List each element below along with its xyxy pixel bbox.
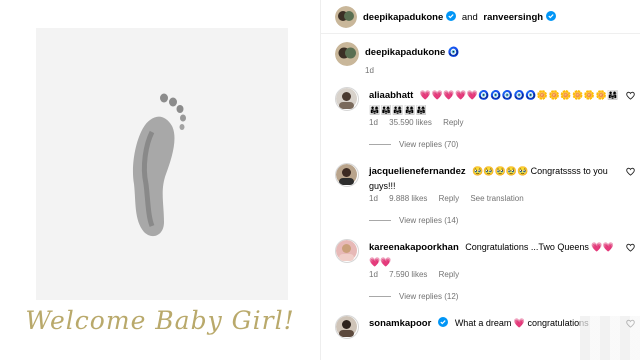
replies-divider bbox=[369, 144, 391, 145]
verified-badge-icon bbox=[446, 11, 457, 21]
comment-item: aliaabhatt 💗💗💗💗💗🧿🧿🧿🧿🧿🌼🌼🌼🌼🌼🌼👨‍👩‍👧👨‍👩‍👧👨‍👩… bbox=[321, 86, 640, 156]
comment-username[interactable]: kareenakapoorkhan bbox=[369, 242, 459, 253]
reply-button[interactable]: Reply bbox=[439, 270, 459, 279]
comment-text: jacquelienefernandez 🥹🥹🥹🥹🥹 Congratssss t… bbox=[369, 164, 619, 193]
caption-username[interactable]: deepikapadukone bbox=[365, 47, 445, 58]
author-avatar[interactable] bbox=[335, 6, 357, 28]
post-image[interactable]: Welcome Baby Girl! bbox=[0, 0, 320, 360]
welcome-script-text: Welcome Baby Girl! bbox=[25, 306, 295, 335]
replies-divider bbox=[369, 220, 391, 221]
heart-icon[interactable] bbox=[626, 243, 635, 252]
caption-timestamp[interactable]: 1d bbox=[365, 66, 374, 75]
author-username[interactable]: deepikapadukone bbox=[363, 12, 443, 23]
commenter-avatar[interactable] bbox=[335, 87, 359, 111]
view-replies-button[interactable]: View replies (70) bbox=[369, 140, 458, 149]
commenter-avatar[interactable] bbox=[335, 163, 359, 187]
comment-item: jacquelienefernandez 🥹🥹🥹🥹🥹 Congratssss t… bbox=[321, 162, 640, 232]
comment-text: kareenakapoorkhan Congratulations ...Two… bbox=[369, 240, 619, 269]
view-replies-label: View replies (70) bbox=[399, 140, 459, 149]
comment-meta: 1d 35.590 likes Reply bbox=[369, 118, 473, 127]
caption-text: deepikapadukone 🧿 bbox=[365, 47, 460, 58]
baby-footprint-image bbox=[132, 93, 186, 237]
replies-divider bbox=[369, 296, 391, 297]
reply-button[interactable]: Reply bbox=[443, 118, 463, 127]
comment-username[interactable]: sonamkapoor bbox=[369, 318, 431, 329]
authors-connector: and bbox=[461, 12, 478, 23]
comment-meta: 1d 9.888 likes Reply See translation bbox=[369, 194, 533, 203]
verified-badge-icon bbox=[546, 11, 557, 21]
view-replies-label: View replies (14) bbox=[399, 216, 459, 225]
comment-text: aliaabhatt 💗💗💗💗💗🧿🧿🧿🧿🧿🌼🌼🌼🌼🌼🌼👨‍👩‍👧👨‍👩‍👧👨‍👩… bbox=[369, 88, 619, 117]
watermark-overlay bbox=[580, 316, 640, 360]
post-authors: deepikapadukone and ranveersingh bbox=[363, 11, 557, 23]
view-replies-button[interactable]: View replies (14) bbox=[369, 216, 458, 225]
comment-likes[interactable]: 35.590 likes bbox=[389, 118, 432, 127]
heart-icon[interactable] bbox=[626, 91, 635, 100]
comment-likes[interactable]: 9.888 likes bbox=[389, 194, 427, 203]
heart-icon[interactable] bbox=[626, 167, 635, 176]
post-header: deepikapadukone and ranveersingh bbox=[321, 0, 640, 34]
comment-item: kareenakapoorkhan Congratulations ...Two… bbox=[321, 238, 640, 308]
view-replies-button[interactable]: View replies (12) bbox=[369, 292, 458, 301]
comment-time[interactable]: 1d bbox=[369, 194, 378, 203]
comment-meta: 1d 7.590 likes Reply bbox=[369, 270, 468, 279]
verified-badge-icon bbox=[438, 317, 449, 327]
commenter-avatar[interactable] bbox=[335, 239, 359, 263]
comment-likes[interactable]: 7.590 likes bbox=[389, 270, 427, 279]
caption-avatar[interactable] bbox=[335, 42, 359, 66]
view-replies-label: View replies (12) bbox=[399, 292, 459, 301]
comment-username[interactable]: aliaabhatt bbox=[369, 90, 413, 101]
reply-button[interactable]: Reply bbox=[439, 194, 459, 203]
coauthor-username[interactable]: ranveersingh bbox=[483, 12, 543, 23]
comment-time[interactable]: 1d bbox=[369, 118, 378, 127]
caption-emoji: 🧿 bbox=[447, 47, 460, 58]
see-translation-button[interactable]: See translation bbox=[470, 194, 523, 203]
comment-username[interactable]: jacquelienefernandez bbox=[369, 166, 466, 177]
comments-panel: deepikapadukone and ranveersingh deepika… bbox=[320, 0, 640, 360]
commenter-avatar[interactable] bbox=[335, 315, 359, 339]
comment-time[interactable]: 1d bbox=[369, 270, 378, 279]
comment-content: What a dream 💗 congratulations bbox=[454, 318, 589, 328]
